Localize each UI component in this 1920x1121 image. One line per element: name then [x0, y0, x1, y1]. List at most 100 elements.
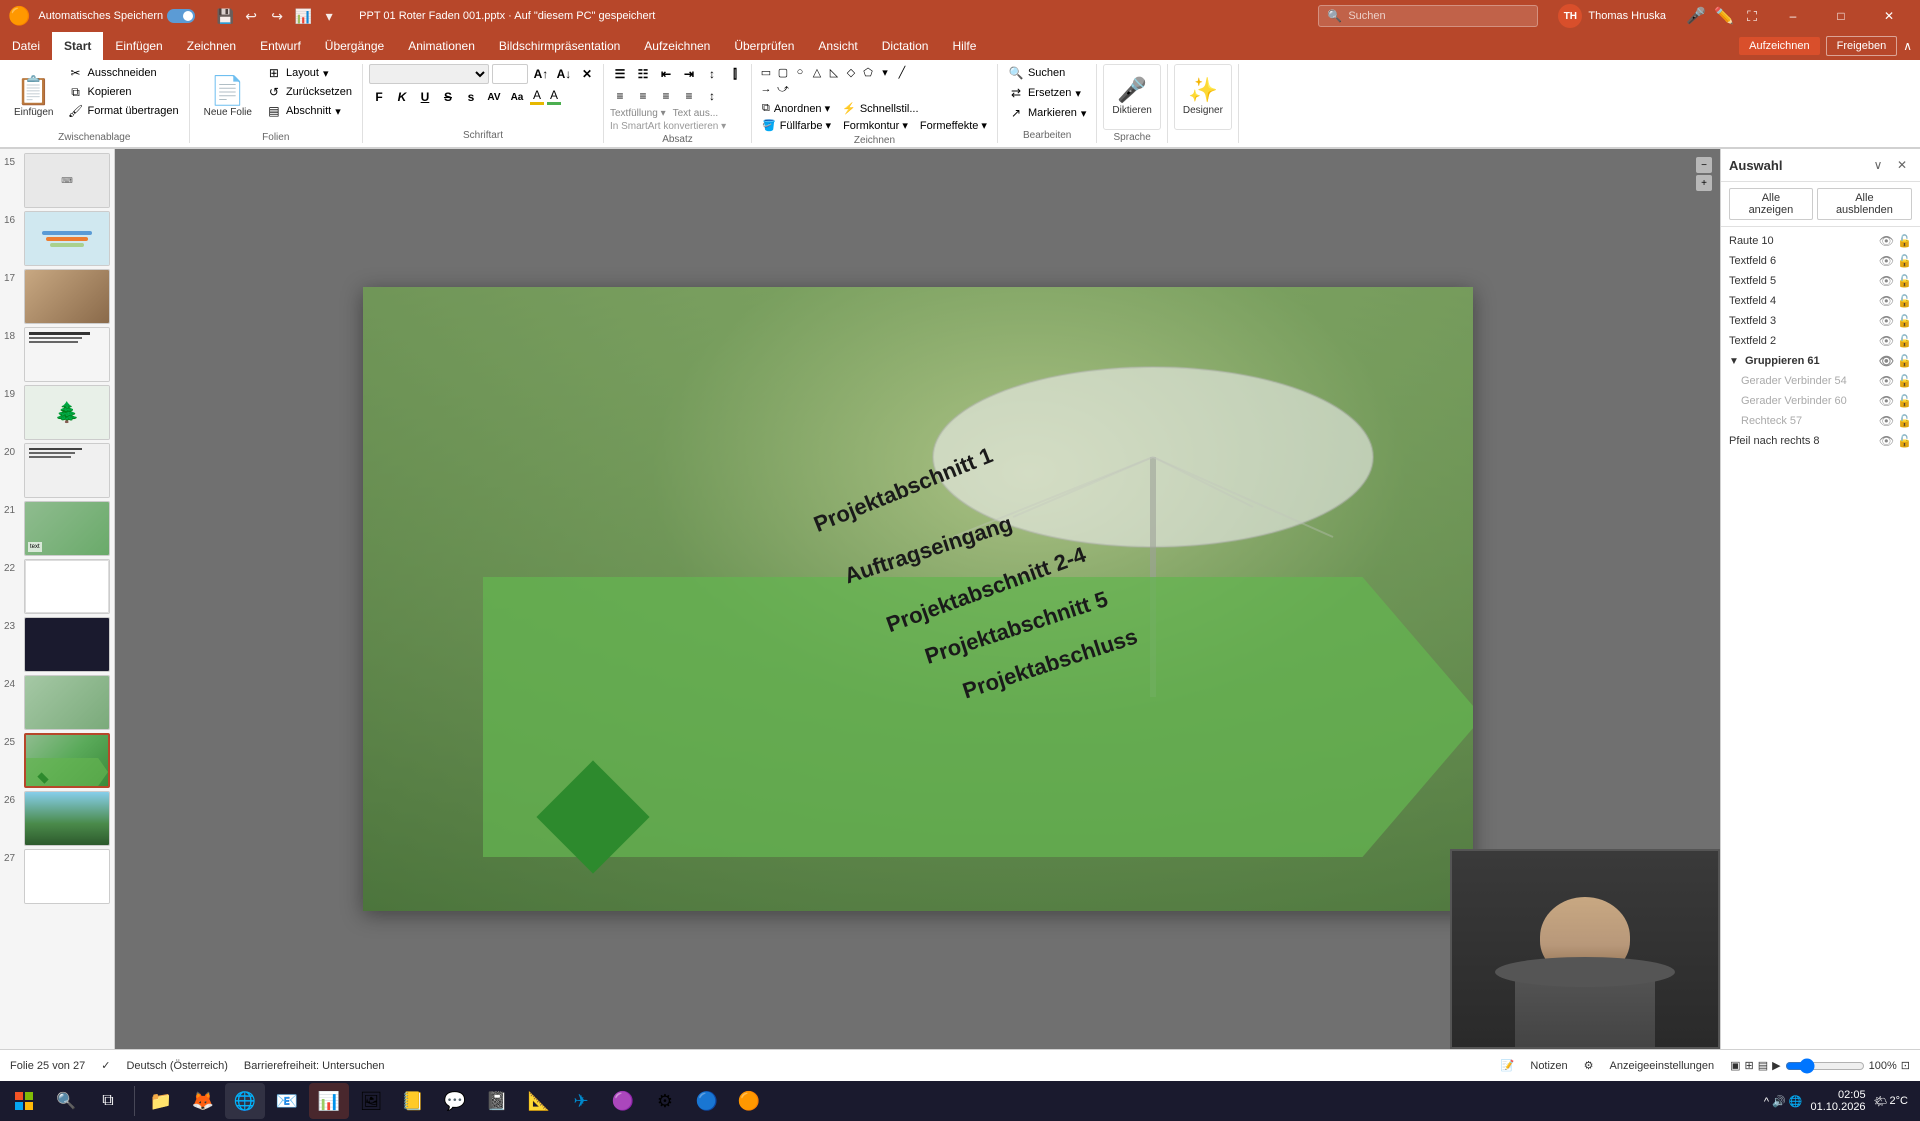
increase-indent-button[interactable]: ⇥ [679, 64, 699, 84]
decrease-font-button[interactable]: A↓ [554, 64, 574, 84]
tab-bildschirm[interactable]: Bildschirmpräsentation [487, 32, 632, 60]
language-status[interactable]: Deutsch (Österreich) [126, 1060, 227, 1072]
section-button[interactable]: ▤ Abschnitt ▾ [262, 102, 356, 120]
task-view-button[interactable]: ⧉ [88, 1083, 128, 1119]
shape-connector[interactable]: ⤻ [775, 81, 791, 97]
tab-zeichnen[interactable]: Zeichnen [175, 32, 248, 60]
slide-thumbnail-19[interactable]: 🌲 [24, 385, 110, 440]
tab-hilfe[interactable]: Hilfe [940, 32, 988, 60]
shape-pentagon[interactable]: ⬠ [860, 64, 876, 80]
minimize-button[interactable]: – [1770, 0, 1816, 32]
normal-view-icon[interactable]: ▣ [1730, 1059, 1740, 1072]
layer-lock-textfeld2[interactable]: 🔓 [1897, 334, 1912, 348]
layer-item-connector60[interactable]: Gerader Verbinder 60 👁 🔓 [1721, 391, 1920, 411]
undo-icon[interactable]: ↩ [241, 6, 261, 26]
notes-button[interactable]: Notizen [1530, 1060, 1567, 1072]
panel-expand-button[interactable]: ∨ [1868, 155, 1888, 175]
layer-item-connector54[interactable]: Gerader Verbinder 54 👁 🔓 [1721, 371, 1920, 391]
shape-rounded-rect[interactable]: ▢ [775, 64, 791, 80]
slide-thumb-21[interactable]: 21 text [4, 501, 110, 556]
slide-thumbnail-27[interactable] [24, 849, 110, 904]
tab-uebergaenge[interactable]: Übergänge [313, 32, 396, 60]
columns-button[interactable]: ⫿ [725, 64, 745, 84]
align-center-button[interactable]: ≡ [633, 86, 653, 106]
app4-button[interactable]: 🟠 [729, 1083, 769, 1119]
more-icon[interactable]: ▾ [319, 6, 339, 26]
layer-item-textfeld6[interactable]: Textfeld 6 👁 🔓 [1721, 251, 1920, 271]
zoom-slider[interactable] [1785, 1058, 1865, 1074]
layer-visibility-group61[interactable]: 👁 [1879, 354, 1894, 368]
layer-lock-connector60[interactable]: 🔓 [1897, 394, 1912, 408]
layer-lock-rect57[interactable]: 🔓 [1897, 414, 1912, 428]
font-color-button[interactable]: A [530, 88, 544, 106]
bullet-list-button[interactable]: ☰ [610, 64, 630, 84]
slide-thumb-16[interactable]: 16 [4, 211, 110, 266]
spacing-button[interactable]: AV [484, 87, 504, 107]
pen-icon[interactable]: ✏️ [1714, 6, 1734, 26]
quick-styles-button[interactable]: ⚡ Schnellstil... [838, 101, 922, 116]
slide-thumb-23[interactable]: 23 [4, 617, 110, 672]
replace-button[interactable]: ⇄ Ersetzen ▾ [1004, 84, 1085, 102]
autosave-switch[interactable] [167, 9, 195, 23]
maximize-button[interactable]: □ [1818, 0, 1864, 32]
record-button[interactable]: Aufzeichnen [1739, 37, 1820, 55]
layer-lock-textfeld6[interactable]: 🔓 [1897, 254, 1912, 268]
powerpoint-button[interactable]: 📊 [309, 1083, 349, 1119]
save-icon[interactable]: 💾 [215, 6, 235, 26]
slide-thumb-26[interactable]: 26 [4, 791, 110, 846]
increase-font-button[interactable]: A↑ [531, 64, 551, 84]
tab-aufzeichnen[interactable]: Aufzeichnen [632, 32, 722, 60]
slide-thumb-15[interactable]: 15 ⌨ [4, 153, 110, 208]
tab-entwurf[interactable]: Entwurf [248, 32, 313, 60]
notes-app-button[interactable]: 📒 [393, 1083, 433, 1119]
new-slide-button[interactable]: 📄 Neue Folie [196, 64, 260, 130]
bold-button[interactable]: F [369, 87, 389, 107]
telegram-button[interactable]: ✈ [561, 1083, 601, 1119]
browser1-button[interactable]: 🦊 [183, 1083, 223, 1119]
fullscreen-icon[interactable]: ⛶ [1742, 6, 1762, 26]
tab-animationen[interactable]: Animationen [396, 32, 487, 60]
visio-button[interactable]: 📐 [519, 1083, 559, 1119]
fill-color-button[interactable]: 🪣 Füllfarbe ▾ [758, 118, 835, 133]
slide-thumb-18[interactable]: 18 [4, 327, 110, 382]
panel-close-button[interactable]: ✕ [1892, 155, 1912, 175]
accessibility-status[interactable]: Barrierefreiheit: Untersuchen [244, 1060, 385, 1072]
layer-item-textfeld5[interactable]: Textfeld 5 👁 🔓 [1721, 271, 1920, 291]
underline-button[interactable]: U [415, 87, 435, 107]
slide-thumb-25[interactable]: 25 [4, 733, 110, 788]
layer-visibility-connector60[interactable]: 👁 [1879, 394, 1894, 408]
shadow-button[interactable]: s [461, 87, 481, 107]
share-button[interactable]: Freigeben [1826, 36, 1898, 56]
highlight-color-button[interactable]: A [547, 88, 561, 106]
hide-all-button[interactable]: Alle ausblenden [1817, 188, 1912, 220]
text-direction-button[interactable]: ↕ [702, 64, 722, 84]
search-button[interactable]: 🔍 Suchen [1004, 64, 1069, 82]
tab-einfuegen[interactable]: Einfügen [103, 32, 174, 60]
shape-circle[interactable]: ○ [792, 64, 808, 80]
layer-lock-textfeld4[interactable]: 🔓 [1897, 294, 1912, 308]
shape-arrow[interactable]: → [758, 81, 774, 97]
search-input[interactable] [1348, 10, 1529, 22]
slide-thumb-22[interactable]: 22 [4, 559, 110, 614]
copy-button[interactable]: ⧉ Kopieren [63, 83, 182, 101]
align-right-button[interactable]: ≡ [656, 86, 676, 106]
font-family-select[interactable] [369, 64, 489, 84]
change-case-button[interactable]: Aa [507, 87, 527, 107]
search-box[interactable]: 🔍 [1318, 5, 1538, 27]
ribbon-collapse-icon[interactable]: ∧ [1903, 39, 1912, 53]
view-settings-button[interactable]: Anzeigeeinstellungen [1610, 1060, 1715, 1072]
slide-thumbnail-26[interactable] [24, 791, 110, 846]
line-spacing-button[interactable]: ↕ [702, 86, 722, 106]
mark-button[interactable]: ↗ Markieren ▾ [1004, 104, 1090, 122]
slideshow-icon[interactable]: ▶ [1772, 1059, 1780, 1072]
layer-item-textfeld2[interactable]: Textfeld 2 👁 🔓 [1721, 331, 1920, 351]
tab-datei[interactable]: Datei [0, 32, 52, 60]
teams-button[interactable]: 💬 [435, 1083, 475, 1119]
layer-lock-raute10[interactable]: 🔓 [1897, 234, 1912, 248]
cut-button[interactable]: ✂ Ausschneiden [63, 64, 182, 82]
tab-ueberpruefen[interactable]: Überprüfen [722, 32, 806, 60]
slide-thumbnail-23[interactable] [24, 617, 110, 672]
layer-item-arrow8[interactable]: Pfeil nach rechts 8 👁 🔓 [1721, 431, 1920, 451]
font-size-input[interactable] [492, 64, 528, 84]
slide-thumbnail-22[interactable] [24, 559, 110, 614]
